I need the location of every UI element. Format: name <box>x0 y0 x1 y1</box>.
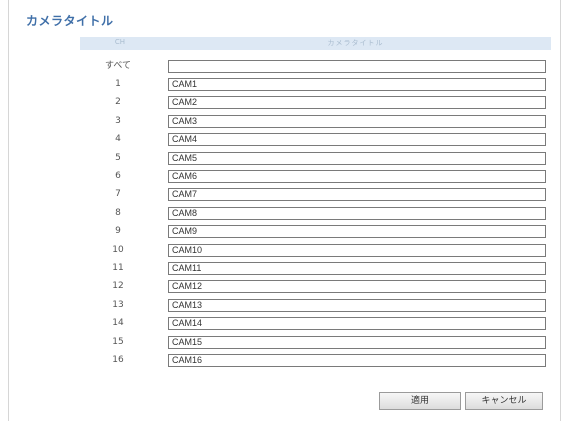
table-row: 14 <box>80 315 551 331</box>
channel-number: 16 <box>112 355 124 365</box>
camera-title-input[interactable] <box>168 115 546 128</box>
channel-number: 13 <box>112 300 124 310</box>
table-row: 11 <box>80 260 551 276</box>
camera-title-input[interactable] <box>168 225 546 238</box>
table-row-all: すべて <box>80 58 551 74</box>
table-row: 10 <box>80 242 551 258</box>
channel-number: 14 <box>112 318 124 328</box>
camera-title-input[interactable] <box>168 244 546 257</box>
table-row: 7 <box>80 186 551 202</box>
column-header-camera-title: カメラタイトル <box>327 39 384 47</box>
channel-number: 4 <box>115 134 121 144</box>
table-row: 6 <box>80 168 551 184</box>
camera-title-input[interactable] <box>168 262 546 275</box>
apply-button[interactable]: 適用 <box>379 392 461 410</box>
camera-title-input[interactable] <box>168 133 546 146</box>
channel-number: 12 <box>112 281 124 291</box>
channel-number: 11 <box>112 263 124 273</box>
channel-number: 3 <box>115 116 121 126</box>
camera-title-input[interactable] <box>168 354 546 367</box>
channel-number: 10 <box>112 245 124 255</box>
table-row: 9 <box>80 223 551 239</box>
camera-title-input[interactable] <box>168 96 546 109</box>
camera-title-input-all[interactable] <box>168 60 546 73</box>
camera-title-input[interactable] <box>168 299 546 312</box>
cancel-button[interactable]: キャンセル <box>465 392 543 410</box>
camera-title-input[interactable] <box>168 280 546 293</box>
table-row: 13 <box>80 297 551 313</box>
camera-title-input[interactable] <box>168 317 546 330</box>
camera-title-input[interactable] <box>168 188 546 201</box>
channel-number: 7 <box>115 189 121 199</box>
camera-title-input[interactable] <box>168 207 546 220</box>
channel-number: 9 <box>115 226 121 236</box>
table-row: 12 <box>80 278 551 294</box>
row-label-all: すべて <box>104 61 131 71</box>
camera-title-input[interactable] <box>168 170 546 183</box>
camera-title-input[interactable] <box>168 78 546 91</box>
table-row: 16 <box>80 352 551 368</box>
channel-number: 2 <box>115 97 121 107</box>
channel-number: 8 <box>115 208 121 218</box>
column-header-ch: CH <box>114 38 126 46</box>
table-row: 1 <box>80 76 551 92</box>
table-row: 3 <box>80 113 551 129</box>
channel-number: 5 <box>115 153 121 163</box>
camera-title-input[interactable] <box>168 152 546 165</box>
channel-number: 6 <box>115 171 121 181</box>
table-row: 2 <box>80 94 551 110</box>
table-row: 8 <box>80 205 551 221</box>
table-row: 5 <box>80 150 551 166</box>
table-row: 15 <box>80 334 551 350</box>
channel-number: 15 <box>112 337 124 347</box>
camera-title-input[interactable] <box>168 336 546 349</box>
page-title: カメラタイトル <box>26 14 114 28</box>
channel-number: 1 <box>115 79 121 89</box>
table-row: 4 <box>80 131 551 147</box>
